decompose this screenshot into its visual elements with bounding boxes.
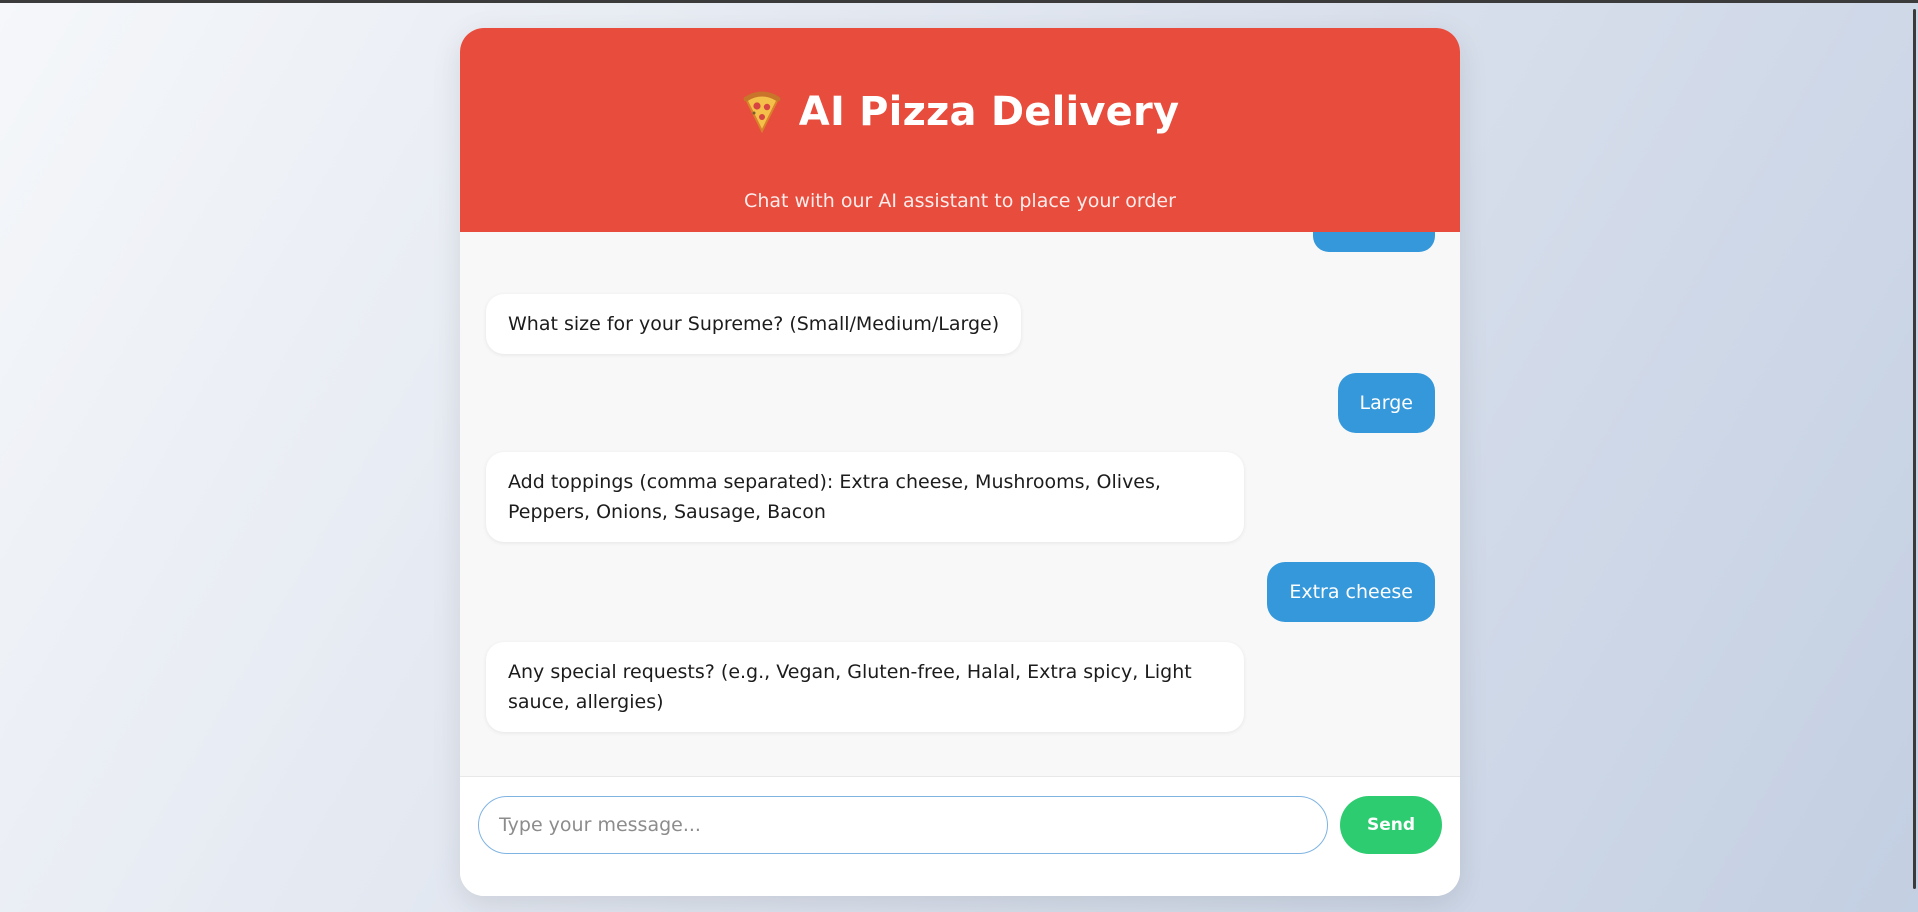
chat-window: AI Pizza Delivery Chat with our AI assis… — [460, 28, 1460, 896]
bot-message: What size for your Supreme? (Small/Mediu… — [486, 294, 1022, 354]
window-top-border — [0, 0, 1918, 3]
message-text: Extra cheese — [1289, 581, 1413, 603]
user-message: Large — [1337, 373, 1435, 433]
message-composer: Send — [460, 776, 1460, 896]
message-input[interactable] — [478, 796, 1328, 854]
page-scrollbar-thumb[interactable] — [1913, 9, 1916, 889]
page-scrollbar[interactable] — [1904, 3, 1918, 912]
header-title-row: AI Pizza Delivery — [460, 82, 1460, 142]
bot-message: Any special requests? (e.g., Vegan, Glut… — [486, 642, 1244, 732]
send-button[interactable]: Send — [1340, 796, 1442, 854]
page-subtitle: Chat with our AI assistant to place your… — [744, 190, 1176, 212]
message-text: Large — [1359, 392, 1413, 414]
message-text: Any special requests? (e.g., Vegan, Glut… — [508, 661, 1192, 713]
user-message-bubble-partial — [1313, 232, 1435, 252]
message-text: What size for your Supreme? (Small/Mediu… — [508, 313, 1000, 335]
chat-header: AI Pizza Delivery Chat with our AI assis… — [460, 28, 1460, 232]
user-message: Extra cheese — [1267, 562, 1435, 622]
bot-message: Add toppings (comma separated): Extra ch… — [486, 452, 1244, 542]
pizza-icon — [741, 91, 783, 134]
page-title: AI Pizza Delivery — [798, 89, 1180, 135]
message-list[interactable]: What size for your Supreme? (Small/Mediu… — [460, 232, 1460, 776]
message-text: Add toppings (comma separated): Extra ch… — [508, 471, 1161, 523]
